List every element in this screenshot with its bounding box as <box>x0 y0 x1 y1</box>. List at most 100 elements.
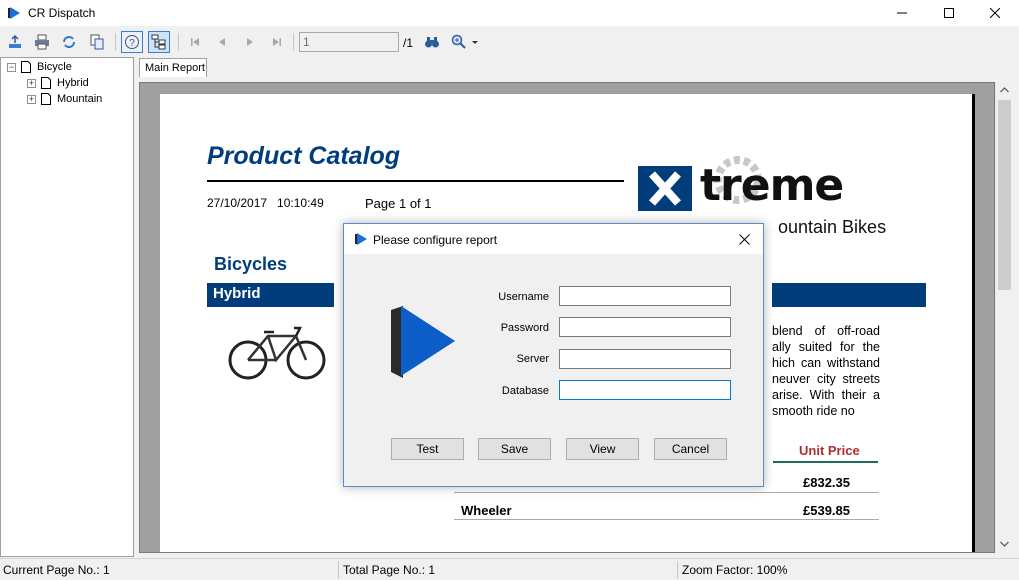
document-icon <box>21 61 31 73</box>
document-icon <box>41 93 51 105</box>
status-separator <box>338 561 339 579</box>
dialog-title: Please configure report <box>373 233 498 247</box>
app-window: CR Dispatch ? 1 /1 − Bicycle + Hybrid + … <box>0 0 1019 580</box>
maximize-button[interactable] <box>926 0 972 26</box>
page-total-label: /1 <box>403 36 414 50</box>
tree-node-mountain[interactable]: + Mountain <box>27 91 102 107</box>
refresh-button[interactable] <box>58 31 80 53</box>
group-tree-panel: − Bicycle + Hybrid + Mountain <box>0 57 134 557</box>
logo-text: treme <box>700 160 844 211</box>
last-page-button[interactable] <box>266 31 288 53</box>
row-price: £539.85 <box>803 503 850 518</box>
export-icon <box>9 34 21 48</box>
x-logo-icon <box>649 171 681 206</box>
tree-node-label: Bicycle <box>37 61 72 73</box>
play-app-icon <box>8 7 20 19</box>
toolbar-separator <box>293 33 294 51</box>
zoom-icon <box>451 34 478 49</box>
row-price: £832.35 <box>803 475 850 490</box>
test-button[interactable]: Test <box>391 438 464 460</box>
status-bar: Current Page No.: 1 Total Page No.: 1 Zo… <box>0 558 1019 580</box>
previous-page-button[interactable] <box>211 31 233 53</box>
password-input[interactable] <box>559 317 731 337</box>
next-page-icon <box>247 38 253 46</box>
current-page-status: Current Page No.: 1 <box>3 563 110 577</box>
play-logo-icon <box>391 306 455 378</box>
tree-node-label: Mountain <box>57 93 103 105</box>
report-page-of: Page 1 of 1 <box>365 196 432 211</box>
document-icon <box>41 77 51 89</box>
vertical-scrollbar[interactable] <box>995 82 1012 553</box>
tab-main-report[interactable]: Main Report <box>139 58 207 77</box>
tree-node-hybrid[interactable]: + Hybrid <box>27 75 89 91</box>
minimize-icon <box>897 12 907 14</box>
play-app-icon <box>355 233 367 245</box>
expand-icon[interactable]: + <box>27 94 36 104</box>
scroll-up-icon[interactable] <box>1000 87 1009 93</box>
export-button[interactable] <box>4 31 26 53</box>
copy-icon <box>90 34 104 50</box>
minimize-button[interactable] <box>879 0 925 26</box>
group-tree-icon <box>151 34 166 50</box>
close-icon <box>990 8 1000 18</box>
configure-report-dialog: Please configure report Username Passwor… <box>343 223 764 487</box>
logo-x-mark <box>638 166 692 211</box>
toggle-group-tree-button[interactable] <box>148 31 170 53</box>
toolbar: ? /1 <box>0 28 1019 56</box>
view-button[interactable]: View <box>566 438 639 460</box>
close-button[interactable] <box>972 0 1018 26</box>
row-product-name: Wheeler <box>461 503 512 518</box>
zoom-factor-status: Zoom Factor: 100% <box>682 563 788 577</box>
title-bar: CR Dispatch <box>0 0 1019 26</box>
printer-icon <box>35 34 49 50</box>
toolbar-separator <box>178 33 179 51</box>
zoom-button[interactable] <box>450 31 480 53</box>
maximize-icon <box>944 8 954 18</box>
header-rule <box>773 461 878 463</box>
bicycle-image <box>228 326 326 380</box>
close-icon <box>738 233 750 245</box>
svg-text:?: ? <box>129 38 135 49</box>
report-title: Product Catalog <box>207 142 401 170</box>
help-button[interactable]: ? <box>121 31 143 53</box>
help-icon: ? <box>125 35 139 49</box>
row-rule <box>454 519 879 520</box>
scrollbar-thumb[interactable] <box>998 100 1011 290</box>
toolbar-separator <box>115 33 116 51</box>
previous-page-icon <box>219 38 225 46</box>
report-datetime: 27/10/2017 10:10:49 <box>207 196 324 210</box>
status-separator <box>677 561 678 579</box>
server-input[interactable] <box>559 349 731 369</box>
username-input[interactable] <box>559 286 731 306</box>
find-button[interactable] <box>421 31 443 53</box>
product-description: blend of off-road ally suited for the hi… <box>772 324 880 418</box>
window-title: CR Dispatch <box>28 6 96 20</box>
username-label: Username <box>498 291 549 303</box>
tree-node-bicycle[interactable]: − Bicycle <box>7 59 72 75</box>
total-page-status: Total Page No.: 1 <box>343 563 436 577</box>
tree-node-label: Hybrid <box>57 77 89 89</box>
password-label: Password <box>500 322 549 334</box>
scroll-down-icon[interactable] <box>1000 541 1009 547</box>
save-button[interactable]: Save <box>478 438 551 460</box>
group-heading: Hybrid <box>207 283 334 307</box>
refresh-icon <box>63 36 75 48</box>
cancel-button[interactable]: Cancel <box>654 438 727 460</box>
server-label: Server <box>516 353 549 365</box>
dialog-title-bar: Please configure report <box>344 224 763 254</box>
first-page-icon <box>191 38 199 46</box>
binoculars-icon <box>425 37 439 48</box>
section-heading: Bicycles <box>214 254 288 274</box>
dialog-close-button[interactable] <box>734 229 754 249</box>
database-input[interactable] <box>559 380 731 400</box>
unit-price-header: Unit Price <box>799 443 860 458</box>
page-number-input[interactable] <box>299 32 399 52</box>
group-heading-bar <box>772 283 926 307</box>
print-button[interactable] <box>31 31 53 53</box>
title-rule <box>207 180 624 182</box>
copy-button[interactable] <box>86 31 108 53</box>
first-page-button[interactable] <box>184 31 206 53</box>
expand-icon[interactable]: + <box>27 78 36 88</box>
next-page-button[interactable] <box>239 31 261 53</box>
collapse-icon[interactable]: − <box>7 62 16 72</box>
